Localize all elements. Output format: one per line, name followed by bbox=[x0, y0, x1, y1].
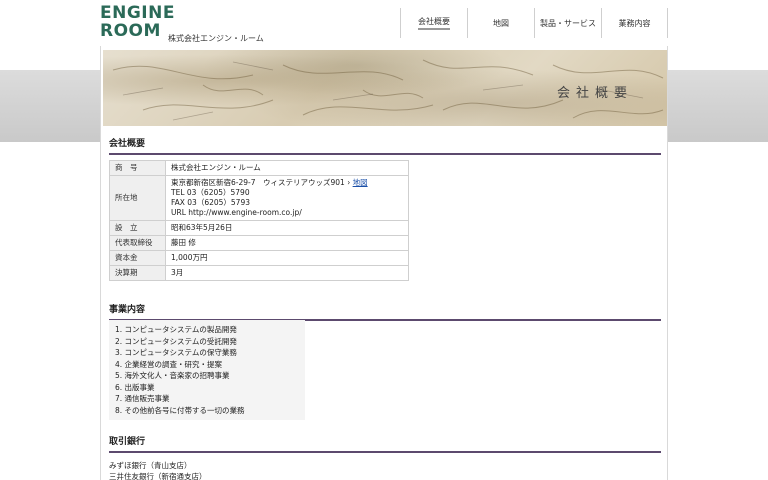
nav-business[interactable]: 業務内容 bbox=[601, 8, 668, 38]
section-heading-banks: 取引銀行 bbox=[109, 434, 661, 453]
list-item: 4. 企業経営の調査・研究・提案 bbox=[115, 359, 223, 369]
row-label: 設 立 bbox=[109, 220, 166, 236]
main-nav: 会社概要 地図 製品・サービス 業務内容 bbox=[400, 8, 668, 38]
table-row: 設 立 昭和63年5月26日 bbox=[109, 220, 409, 236]
nav-products-services[interactable]: 製品・サービス bbox=[534, 8, 601, 38]
page: ENGINE ROOM 株式会社エンジン・ルーム 会社概要 地図 製品・サービス… bbox=[100, 0, 668, 480]
nav-label: 業務内容 bbox=[618, 18, 651, 28]
content-frame: 会社概要 会社概要 商 号 株式会社エンジン・ルーム 所在地 東京都新宿区新宿6… bbox=[100, 46, 668, 480]
row-value: 3月 bbox=[165, 265, 409, 281]
company-logo[interactable]: ENGINE ROOM bbox=[100, 3, 175, 44]
table-row: 代表取締役 藤田 修 bbox=[109, 235, 409, 251]
table-row: 資本金 1,000万円 bbox=[109, 250, 409, 266]
list-item: 5. 海外文化人・音楽家の招聘事業 bbox=[115, 371, 230, 380]
logo-text-engine: ENGINE bbox=[100, 3, 175, 23]
business-list: 1. コンピュータシステムの製品開発 2. コンピュータシステムの受託開発 3.… bbox=[109, 320, 305, 420]
hero-title: 会社概要 bbox=[556, 86, 633, 101]
row-label: 所在地 bbox=[109, 175, 166, 221]
address-cell: 東京都新宿区新宿6-29-7 ウィステリアウッズ901 › 地図 TEL 03（… bbox=[165, 175, 409, 221]
row-value: 株式会社エンジン・ルーム bbox=[165, 160, 409, 176]
list-item: 7. 通信販売事業 bbox=[115, 394, 170, 403]
row-value: 昭和63年5月26日 bbox=[165, 220, 409, 236]
nav-company-overview[interactable]: 会社概要 bbox=[400, 8, 467, 38]
nav-label: 地図 bbox=[493, 18, 509, 28]
logo-text-room: ROOM bbox=[100, 21, 161, 41]
section-heading-overview: 会社概要 bbox=[109, 136, 661, 155]
arrow-icon: › bbox=[344, 178, 353, 187]
table-row: 所在地 東京都新宿区新宿6-29-7 ウィステリアウッズ901 › 地図 TEL… bbox=[109, 175, 409, 221]
table-row: 商 号 株式会社エンジン・ルーム bbox=[109, 160, 409, 176]
list-item: 8. その他前各号に付帯する一切の業務 bbox=[115, 405, 245, 415]
address-text: 東京都新宿区新宿6-29-7 ウィステリアウッズ901 bbox=[171, 178, 345, 187]
list-item: 3. コンピュータシステムの保守業務 bbox=[115, 348, 237, 357]
nav-label: 会社概要 bbox=[418, 16, 450, 30]
row-label: 決算期 bbox=[109, 265, 166, 281]
row-label: 代表取締役 bbox=[109, 235, 166, 251]
table-row: 決算期 3月 bbox=[109, 265, 409, 281]
list-item: 2. コンピュータシステムの受託開発 bbox=[115, 336, 237, 346]
row-label: 商 号 bbox=[109, 160, 166, 176]
row-value: 藤田 修 bbox=[165, 235, 409, 251]
nav-map[interactable]: 地図 bbox=[467, 8, 534, 38]
row-value: 1,000万円 bbox=[165, 250, 409, 266]
map-link[interactable]: 地図 bbox=[353, 178, 368, 187]
nav-label: 製品・サービス bbox=[540, 18, 596, 28]
url-text: URL http://www.engine-room.co.jp/ bbox=[171, 208, 302, 217]
section-heading-business: 事業内容 bbox=[109, 302, 661, 321]
bank-item: 三井住友銀行（新宿通支店） bbox=[109, 472, 207, 480]
list-item: 6. 出版事業 bbox=[115, 382, 155, 392]
fax-text: FAX 03（6205）5793 bbox=[171, 198, 250, 207]
site-header: ENGINE ROOM 株式会社エンジン・ルーム 会社概要 地図 製品・サービス… bbox=[100, 0, 668, 46]
tel-text: TEL 03（6205）5790 bbox=[171, 188, 250, 197]
hero-banner: 会社概要 bbox=[103, 50, 667, 126]
list-item: 1. コンピュータシステムの製品開発 bbox=[115, 325, 237, 334]
company-info-table: 商 号 株式会社エンジン・ルーム 所在地 東京都新宿区新宿6-29-7 ウィステ… bbox=[109, 160, 409, 281]
company-name: 株式会社エンジン・ルーム bbox=[168, 34, 264, 43]
row-label: 資本金 bbox=[109, 250, 166, 266]
bank-item: みずほ銀行（青山支店） bbox=[109, 461, 192, 470]
